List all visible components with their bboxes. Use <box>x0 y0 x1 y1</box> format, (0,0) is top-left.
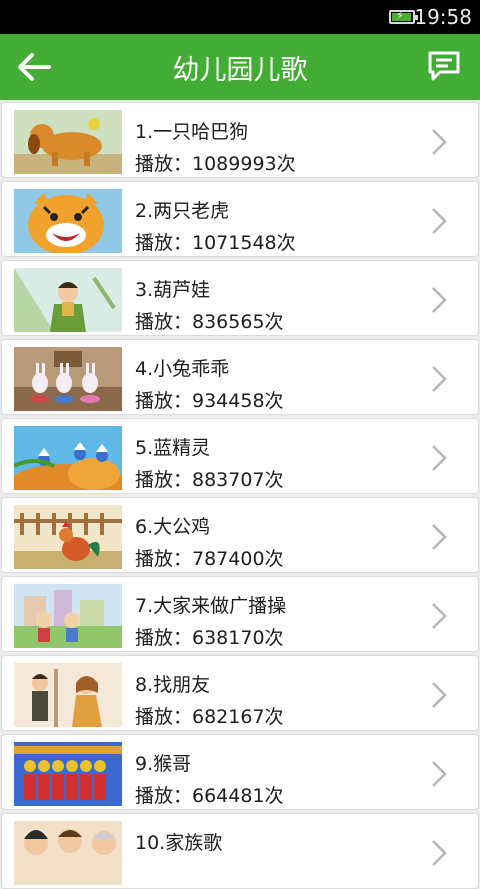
chevron-right-icon <box>432 524 447 550</box>
play-count: 播放：1089993次 <box>135 153 296 175</box>
play-count: 播放：1071548次 <box>135 232 296 254</box>
song-item-2[interactable]: 2.两只老虎 播放：1071548次 <box>1 181 479 257</box>
song-title: 9.猴哥 <box>135 753 192 775</box>
song-thumbnail-rooster <box>14 505 122 569</box>
song-title: 6.大公鸡 <box>135 516 211 538</box>
chevron-right-icon <box>432 761 447 787</box>
page-title: 幼儿园儿歌 <box>172 55 308 86</box>
status-bar: ⚡ 19:58 <box>0 0 480 34</box>
back-button[interactable] <box>16 50 52 84</box>
chevron-right-icon <box>432 129 447 155</box>
song-thumbnail-tiger <box>14 189 122 253</box>
battery-charging-icon: ⚡ <box>389 9 418 24</box>
song-thumbnail-smurfs <box>14 426 122 490</box>
chevron-right-icon <box>432 366 447 392</box>
chevron-right-icon <box>432 682 447 708</box>
charging-bolt-icon: ⚡ <box>396 9 404 22</box>
song-thumbnail-dog <box>14 110 122 174</box>
song-thumbnail-monkeys <box>14 742 122 806</box>
song-thumbnail-rabbits <box>14 347 122 411</box>
status-time: 19:58 <box>414 5 472 29</box>
app-bar: 幼儿园儿歌 <box>0 34 480 100</box>
song-thumbnail-friends <box>14 663 122 727</box>
song-item-7[interactable]: 7.大家来做广播操 播放：638170次 <box>1 576 479 652</box>
message-icon <box>428 51 460 81</box>
song-item-6[interactable]: 6.大公鸡 播放：787400次 <box>1 497 479 573</box>
chevron-right-icon <box>432 603 447 629</box>
message-button[interactable] <box>426 48 462 84</box>
back-arrow-icon <box>18 53 51 81</box>
song-item-10[interactable]: 10.家族歌 <box>1 813 479 889</box>
play-count: 播放：934458次 <box>135 390 284 412</box>
song-title: 5.蓝精灵 <box>135 437 211 459</box>
song-item-4[interactable]: 4.小兔乖乖 播放：934458次 <box>1 339 479 415</box>
song-title: 7.大家来做广播操 <box>135 595 287 617</box>
chevron-right-icon <box>432 445 447 471</box>
song-title: 8.找朋友 <box>135 674 211 696</box>
chevron-right-icon <box>432 840 447 866</box>
song-item-3[interactable]: 3.葫芦娃 播放：836565次 <box>1 260 479 336</box>
song-title: 1.一只哈巴狗 <box>135 121 249 143</box>
song-title: 2.两只老虎 <box>135 200 230 222</box>
song-item-1[interactable]: 1.一只哈巴狗 播放：1089993次 <box>1 102 479 178</box>
play-count: 播放：682167次 <box>135 706 284 728</box>
play-count: 播放：638170次 <box>135 627 284 649</box>
play-count: 播放：664481次 <box>135 785 284 807</box>
song-title: 4.小兔乖乖 <box>135 358 230 380</box>
chevron-right-icon <box>432 287 447 313</box>
song-thumbnail-family <box>14 821 122 885</box>
song-item-9[interactable]: 9.猴哥 播放：664481次 <box>1 734 479 810</box>
play-count: 播放：836565次 <box>135 311 284 333</box>
chevron-right-icon <box>432 208 447 234</box>
song-item-8[interactable]: 8.找朋友 播放：682167次 <box>1 655 479 731</box>
song-title: 10.家族歌 <box>135 832 223 854</box>
song-item-5[interactable]: 5.蓝精灵 播放：883707次 <box>1 418 479 494</box>
song-thumbnail-calabash <box>14 268 122 332</box>
song-title: 3.葫芦娃 <box>135 279 211 301</box>
song-thumbnail-exercise <box>14 584 122 648</box>
play-count: 播放：787400次 <box>135 548 284 570</box>
play-count: 播放：883707次 <box>135 469 284 491</box>
